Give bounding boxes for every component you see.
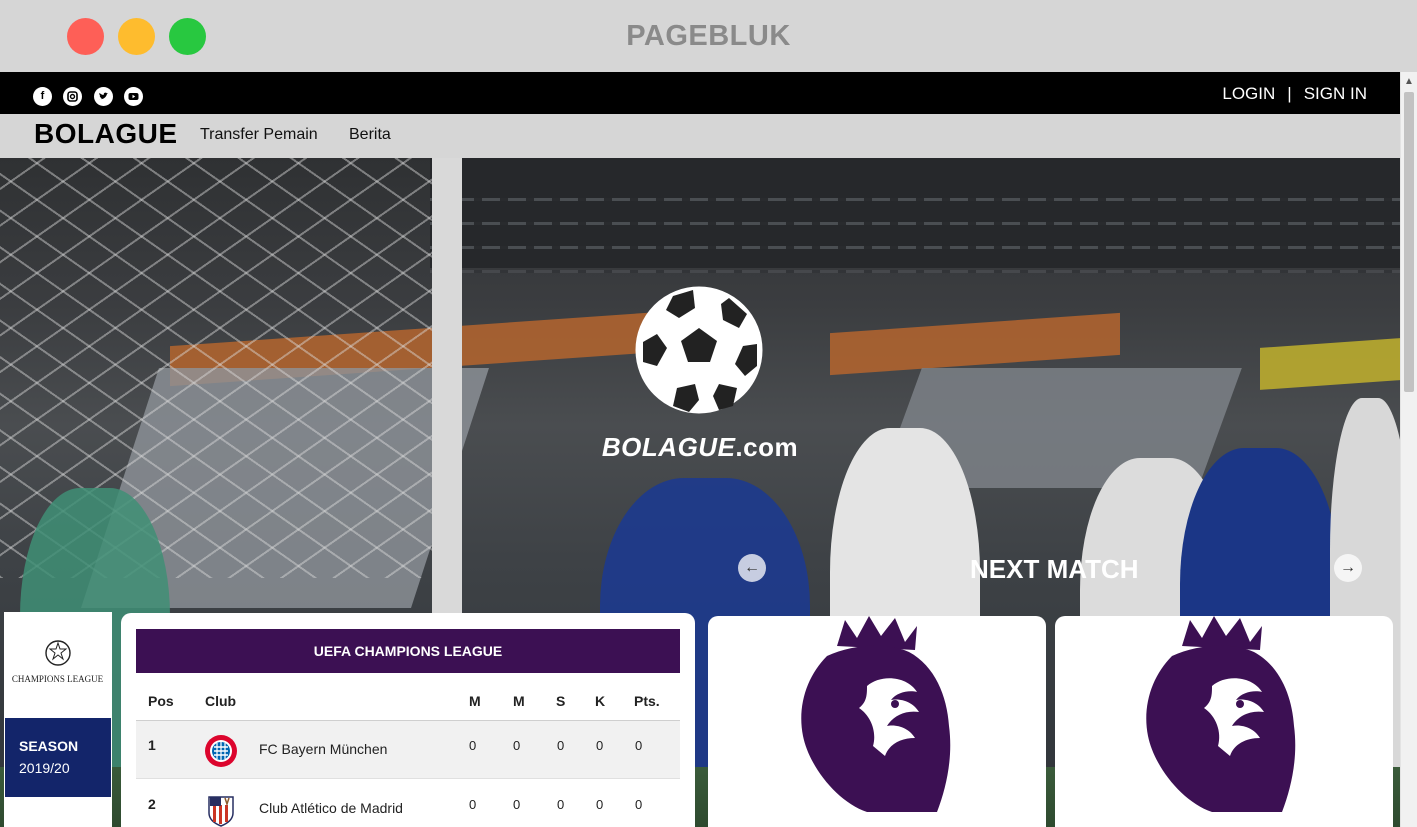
logo-text: BOLAGUE.com (600, 432, 800, 463)
stat-m1: 0 (469, 738, 477, 753)
main-navbar: BOLAGUE Transfer Pemain Berita (0, 114, 1400, 158)
column-header-m1: M (469, 693, 481, 709)
scroll-up-arrow-icon[interactable]: ▲ (1401, 74, 1417, 90)
standings-card: UEFA CHAMPIONS LEAGUE Pos Club M M S K P… (121, 613, 695, 827)
seat-row (430, 270, 1400, 273)
vertical-scrollbar[interactable]: ▲ (1400, 72, 1417, 827)
row-position: 2 (148, 796, 156, 812)
champions-league-logo: CHAMPIONS LEAGUE (4, 612, 111, 718)
table-row[interactable]: 1 FC Bayern München 0 0 0 0 0 (136, 721, 680, 779)
nav-link-berita[interactable]: Berita (349, 126, 391, 144)
window-titlebar: PAGEBLUK (0, 0, 1417, 72)
column-header-pos: Pos (148, 693, 174, 709)
logo-word: BOLAGUE (601, 432, 736, 462)
champions-league-logo-text: CHAMPIONS LEAGUE (11, 674, 104, 684)
auth-separator: | (1287, 84, 1292, 103)
seat-row (430, 246, 1400, 249)
atletico-crest-icon (204, 793, 238, 827)
seat-row (430, 222, 1400, 225)
login-link[interactable]: LOGIN (1222, 84, 1275, 103)
stadium-stand (430, 158, 1400, 268)
seat-row (430, 198, 1400, 201)
match-card[interactable] (1055, 616, 1393, 827)
yellow-seats (1260, 338, 1400, 390)
season-value: 2019/20 (19, 760, 70, 776)
premier-league-lion-icon (801, 616, 951, 812)
twitter-icon[interactable] (94, 87, 113, 106)
stat-s: 0 (557, 738, 565, 753)
table-row[interactable]: 2 Club Atlético de Madrid 0 0 0 0 0 (136, 780, 680, 827)
auth-links: LOGIN | SIGN IN (1222, 84, 1367, 104)
stat-k: 0 (596, 797, 604, 812)
premier-league-lion-icon (1146, 616, 1296, 812)
champions-league-starball-icon (44, 640, 71, 666)
site-logo[interactable]: BOLAGUE.com (600, 284, 800, 474)
next-match-heading: NEXT MATCH (970, 554, 1139, 584)
brand-logo[interactable]: BOLAGUE (34, 118, 178, 150)
social-topbar: f LOGIN | SIGN IN (0, 72, 1400, 114)
row-position: 1 (148, 737, 156, 753)
column-header-pts: Pts. (634, 693, 660, 709)
stat-m1: 0 (469, 797, 477, 812)
column-header-k: K (595, 693, 606, 709)
logo-suffix: .com (735, 432, 799, 462)
club-name[interactable]: FC Bayern München (259, 741, 387, 757)
stat-k: 0 (596, 738, 604, 753)
season-panel: CHAMPIONS LEAGUE SEASON 2019/20 (4, 612, 112, 827)
orange-seats (830, 312, 1120, 376)
club-name[interactable]: Club Atlético de Madrid (259, 800, 403, 816)
bayern-crest-icon (204, 734, 238, 768)
signin-link[interactable]: SIGN IN (1304, 84, 1367, 103)
nav-link-transfer-pemain[interactable]: Transfer Pemain (200, 126, 318, 144)
soccer-ball-icon (635, 286, 763, 414)
season-selector[interactable]: SEASON 2019/20 (5, 718, 111, 797)
facebook-icon[interactable]: f (33, 87, 52, 106)
column-header-m2: M (513, 693, 525, 709)
season-label: SEASON (19, 738, 79, 754)
stat-pts: 0 (635, 738, 643, 753)
stat-s: 0 (557, 797, 565, 812)
stat-m2: 0 (513, 738, 521, 753)
stat-pts: 0 (635, 797, 643, 812)
instagram-icon[interactable] (63, 87, 82, 106)
column-header-club: Club (205, 693, 237, 709)
next-match-arrow-icon[interactable]: → (1334, 554, 1362, 582)
column-header-s: S (556, 693, 566, 709)
scrollbar-thumb[interactable] (1404, 92, 1414, 392)
stat-m2: 0 (513, 797, 521, 812)
youtube-icon[interactable] (124, 87, 143, 106)
window-title: PAGEBLUK (626, 20, 791, 52)
goal-post (432, 158, 462, 638)
match-card[interactable] (708, 616, 1046, 827)
standings-title: UEFA CHAMPIONS LEAGUE (136, 629, 680, 673)
page-viewport: f LOGIN | SIGN IN BOLAGUE Transfer Pemain … (0, 72, 1400, 827)
prev-match-arrow-icon[interactable]: ← (738, 554, 766, 582)
